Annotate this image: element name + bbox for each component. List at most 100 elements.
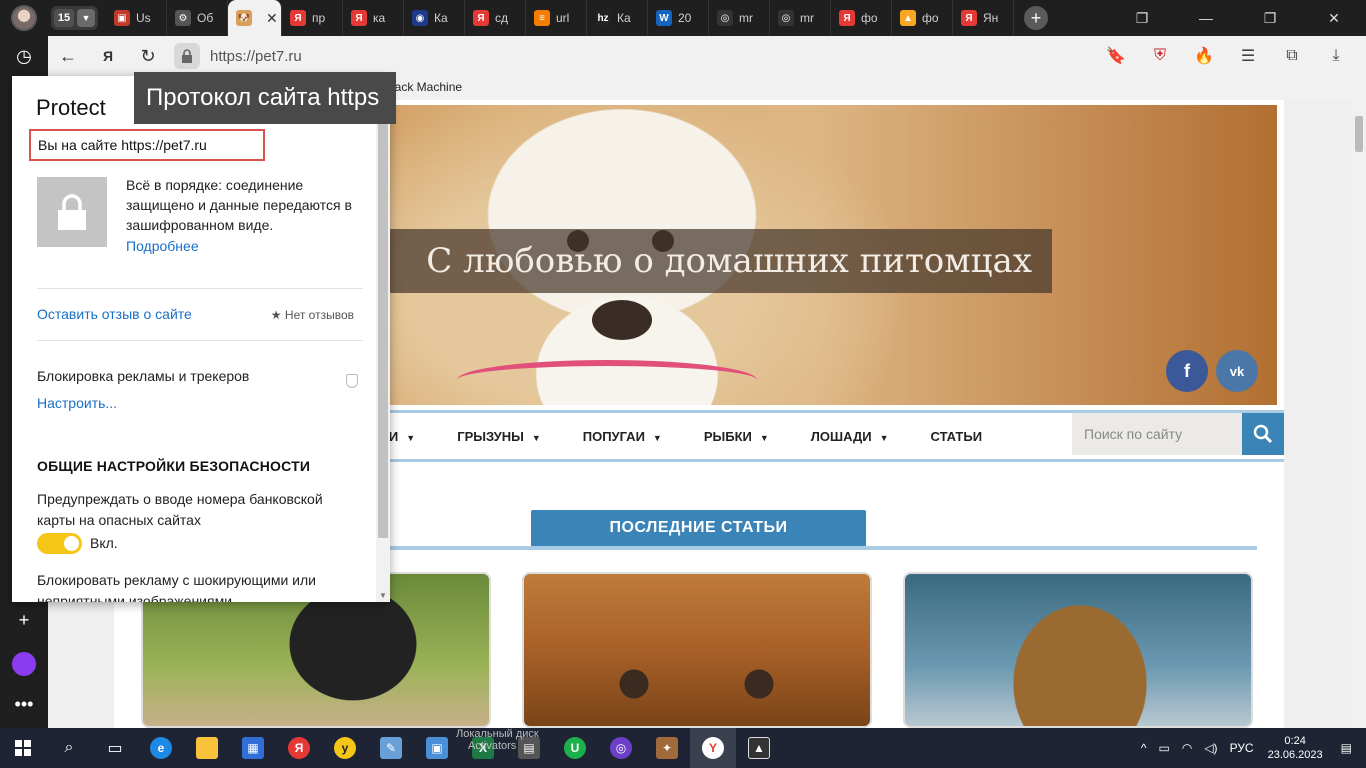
tabs-overview-icon[interactable]: ❐ [1110,0,1174,36]
tab-strip: 15 ▼ ▣ Us ⚙ Об 🐶 ✕ Япр Яка ◉ Ка Ясд ≡ url hz Ка W 20 ◎ mr ◎… [0,0,1366,36]
profile-avatar[interactable] [11,5,37,31]
browser-tab[interactable]: ⚙ Об [167,0,228,36]
browser-tab[interactable]: Ясд [465,0,526,36]
yandex-home-button[interactable]: Я [88,36,128,76]
card-warning-label: Предупреждать о вводе номера банковской … [37,491,323,528]
tab-favicon-icon: ◉ [412,10,428,26]
file-explorer-icon[interactable] [184,728,230,768]
article-card-cat[interactable] [903,572,1253,728]
browser-tab[interactable]: Япр [282,0,343,36]
protect-title: Protect [36,95,106,120]
new-tab-button[interactable]: + [1024,6,1048,30]
lock-icon[interactable] [174,43,200,69]
tab-favicon-icon: ◎ [778,10,794,26]
tab-favicon-icon: ≡ [534,10,550,26]
close-tab-icon[interactable]: ✕ [266,10,278,27]
browser-tab[interactable]: ◎ mr [709,0,770,36]
protocol-tooltip: Протокол сайта https [134,72,396,124]
task-view-icon[interactable]: ▭ [92,728,138,768]
extension-icon[interactable]: ☰ [1226,46,1270,66]
bookmark-icon[interactable]: 🔖 [1094,46,1138,66]
more-link[interactable]: Подробнее [126,238,199,254]
popup-scrollbar[interactable]: ▼ [376,100,390,602]
tab-favicon-icon: Я [351,10,367,26]
translate-icon[interactable]: ⧉ [1270,47,1314,65]
browser-tab[interactable]: Яфо [831,0,892,36]
tab-favicon-icon: ◎ [717,10,733,26]
github-icon[interactable]: ◎ [598,728,644,768]
paint-icon[interactable]: ✦ [644,728,690,768]
scrollbar-thumb[interactable] [378,100,388,538]
utorrent-icon[interactable]: U [552,728,598,768]
browser-tab[interactable]: ▣ Us [106,0,167,36]
chevron-down-icon[interactable]: ▼ [77,9,95,27]
site-search-input[interactable]: Поиск по сайту [1072,413,1242,455]
article-card-beagle[interactable] [522,572,872,728]
page-scrollbar[interactable] [1352,100,1366,728]
menu-item[interactable]: ГРЫЗУНЫ ▼ [457,429,541,444]
search-icon [1253,424,1273,444]
close-window-button[interactable]: ✕ [1302,0,1366,36]
search-button[interactable] [1242,413,1284,455]
browser-tab[interactable]: 🐶 ✕ [228,0,282,36]
search-icon[interactable]: ⌕ [46,728,92,768]
language-indicator[interactable]: РУС [1230,741,1254,755]
vk-button[interactable]: vk [1216,350,1258,392]
notepad-icon[interactable]: ✎ [368,728,414,768]
scroll-down-arrow-icon[interactable]: ▼ [379,591,387,600]
history-icon[interactable]: ◷ [8,40,40,72]
menu-item[interactable]: СТАТЬИ [931,429,983,444]
restore-button[interactable]: ❐ [1238,0,1302,36]
photos-icon[interactable]: ▲ [736,728,782,768]
menu-item[interactable]: ЛОШАДИ ▼ [811,429,889,444]
chevron-up-icon[interactable]: ^ [1141,741,1147,755]
clock[interactable]: 0:24 23.06.2023 [1268,734,1323,762]
more-icon[interactable]: ••• [8,688,40,720]
back-button[interactable]: ← [48,36,88,76]
caret-down-icon: ▼ [759,432,769,443]
configure-link[interactable]: Настроить... [37,395,117,411]
start-button[interactable] [0,728,46,768]
edge-icon[interactable]: e [138,728,184,768]
notification-icon[interactable]: ▤ [1341,741,1352,755]
alice-icon[interactable] [8,648,40,680]
network-icon[interactable]: ▭ [1159,741,1170,755]
browser-tab[interactable]: W 20 [648,0,709,36]
yandex-music-icon[interactable]: y [322,728,368,768]
menu-item[interactable]: РЫБКИ ▼ [704,429,769,444]
minimize-button[interactable]: — [1174,0,1238,36]
browser-tab[interactable]: ◉ Ка [404,0,465,36]
browser-tab[interactable]: ▲ фо [892,0,953,36]
browser-tab[interactable]: Яка [343,0,404,36]
tab-count-group[interactable]: 15 ▼ [51,6,98,30]
latest-articles-heading: ПОСЛЕДНИЕ СТАТЬИ [531,510,866,546]
bookmark-wayback[interactable]: back Machine [388,80,462,94]
toggle-state-label: Вкл. [90,535,118,551]
browser-tab[interactable]: Я Ян [953,0,1014,36]
feedback-link[interactable]: Оставить отзыв о сайте [37,306,192,322]
wifi-icon[interactable]: ◠ [1182,741,1192,755]
yandex-icon[interactable]: Я [276,728,322,768]
reviews-label: Нет отзывов [284,308,354,322]
yandex-browser-icon[interactable]: Y [690,728,736,768]
protect-shield-icon[interactable]: ⛨ [1138,47,1182,65]
tab-favicon-icon: Я [961,10,977,26]
caret-down-icon: ▼ [652,432,662,443]
tab-label: 20 [678,11,692,25]
browser-tab[interactable]: ◎ mr [770,0,831,36]
menu-item[interactable]: ПОПУГАИ ▼ [583,429,662,444]
browser-tab[interactable]: ≡ url [526,0,587,36]
volume-icon[interactable]: ◁) [1204,741,1217,755]
store-icon[interactable]: ▦ [230,728,276,768]
add-panel-icon[interactable]: + [8,604,40,636]
tab-count-badge[interactable]: 15 [54,9,74,27]
menu-item-label: СТАТЬИ [930,428,983,444]
download-icon[interactable]: ⤓ [1314,47,1358,65]
extension-fire-icon[interactable]: 🔥 [1182,46,1226,66]
scrollbar-thumb[interactable] [1355,116,1363,152]
reload-button[interactable]: ↻ [128,36,168,76]
url-text[interactable]: https://pet7.ru [210,48,302,65]
card-warning-toggle[interactable] [37,533,82,554]
facebook-button[interactable]: f [1166,350,1208,392]
browser-tab[interactable]: hz Ка [587,0,648,36]
